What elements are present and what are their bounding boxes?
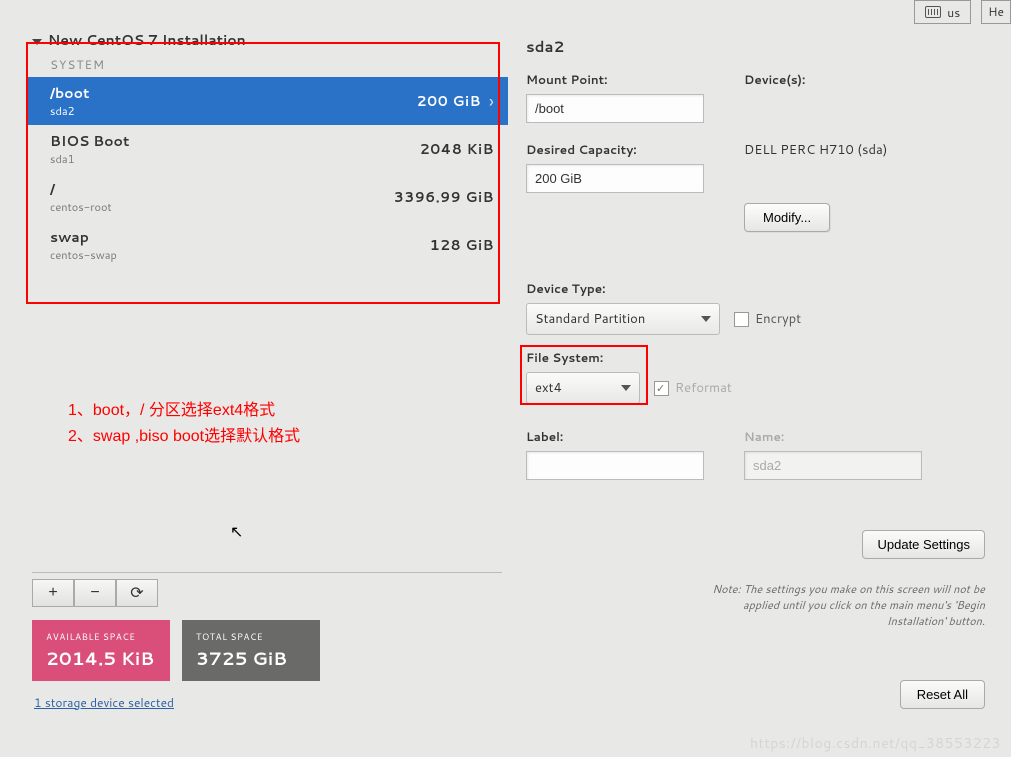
expand-icon	[32, 39, 42, 45]
total-label: TOTAL SPACE	[196, 630, 306, 643]
mount: BIOS Boot	[50, 131, 129, 151]
size: 200 GiB	[417, 91, 481, 111]
filesystem-label: File System:	[526, 349, 989, 366]
partition-list: /boot sda2 200 GiB › BIOS Boot sda1 2048…	[28, 77, 508, 269]
device: centos-root	[50, 199, 112, 215]
label-label: Label:	[526, 428, 704, 445]
partition-root[interactable]: / centos-root 3396.99 GiB	[28, 173, 508, 221]
avail-label: AVAILABLE SPACE	[46, 630, 156, 643]
available-space: AVAILABLE SPACE 2014.5 KiB	[32, 620, 170, 681]
encrypt-checkbox[interactable]: Encrypt	[734, 310, 801, 328]
total-value: 3725 GiB	[196, 645, 306, 671]
size: 2048 KiB	[420, 139, 494, 159]
partition-toolbar: + − ⟳	[32, 572, 502, 607]
device: centos-swap	[50, 247, 117, 263]
help-button[interactable]: He	[981, 0, 1011, 24]
partition-biosboot[interactable]: BIOS Boot sda1 2048 KiB	[28, 125, 508, 173]
keyboard-icon	[925, 6, 941, 18]
device-type-value: Standard Partition	[535, 310, 645, 328]
size: 128 GiB	[430, 235, 494, 255]
watermark: https://blog.csdn.net/qq_38553223	[750, 733, 1001, 753]
encrypt-label: Encrypt	[755, 310, 801, 328]
keyboard-indicator[interactable]: us	[914, 0, 971, 24]
filesystem-select[interactable]: ext4	[526, 372, 640, 404]
mount: swap	[50, 227, 117, 247]
reformat-label: Reformat	[675, 379, 732, 397]
annotation-line2: 2、swap ,biso boot选择默认格式	[68, 424, 300, 450]
mount: /	[50, 179, 112, 199]
capacity-input[interactable]	[526, 164, 704, 193]
capacity-label: Desired Capacity:	[526, 141, 704, 158]
install-title: New CentOS 7 Installation	[48, 30, 246, 50]
partition-boot[interactable]: /boot sda2 200 GiB ›	[28, 77, 508, 125]
avail-value: 2014.5 KiB	[46, 645, 156, 671]
device: sda2	[50, 103, 89, 119]
label-input[interactable]	[526, 451, 704, 480]
name-input	[744, 451, 922, 480]
settings-note: Note: The settings you make on this scre…	[705, 581, 985, 629]
reformat-checkbox[interactable]: Reformat	[654, 379, 732, 397]
device: sda1	[50, 151, 129, 167]
update-settings-button[interactable]: Update Settings	[862, 530, 985, 559]
size: 3396.99 GiB	[394, 187, 494, 207]
mount: /boot	[50, 83, 89, 103]
add-button[interactable]: +	[32, 579, 74, 607]
keyboard-layout: us	[947, 4, 960, 21]
modify-button[interactable]: Modify...	[744, 203, 830, 232]
storage-devices-link[interactable]: 1 storage device selected	[34, 694, 174, 711]
cursor-icon: ↖	[230, 520, 243, 543]
filesystem-value: ext4	[535, 379, 562, 397]
remove-button[interactable]: −	[74, 579, 116, 607]
right-header: sda2	[526, 36, 989, 57]
annotation-text: 1、boot，/ 分区选择ext4格式 2、swap ,biso boot选择默…	[68, 398, 300, 450]
install-header[interactable]: New CentOS 7 Installation	[28, 24, 508, 54]
device-name: DELL PERC H710 (sda)	[744, 141, 989, 159]
devices-label: Device(s):	[744, 71, 989, 88]
system-section: SYSTEM	[28, 54, 508, 77]
device-type-label: Device Type:	[526, 280, 989, 297]
caret-down-icon	[701, 316, 711, 322]
partition-swap[interactable]: swap centos-swap 128 GiB	[28, 221, 508, 269]
mount-point-label: Mount Point:	[526, 71, 704, 88]
caret-down-icon	[621, 385, 631, 391]
chevron-right-icon: ›	[489, 88, 494, 114]
name-label: Name:	[744, 428, 922, 445]
reload-button[interactable]: ⟳	[116, 579, 158, 607]
annotation-line1: 1、boot，/ 分区选择ext4格式	[68, 398, 300, 424]
mount-point-input[interactable]	[526, 94, 704, 123]
total-space: TOTAL SPACE 3725 GiB	[182, 620, 320, 681]
device-type-select[interactable]: Standard Partition	[526, 303, 720, 335]
reset-all-button[interactable]: Reset All	[900, 680, 985, 709]
